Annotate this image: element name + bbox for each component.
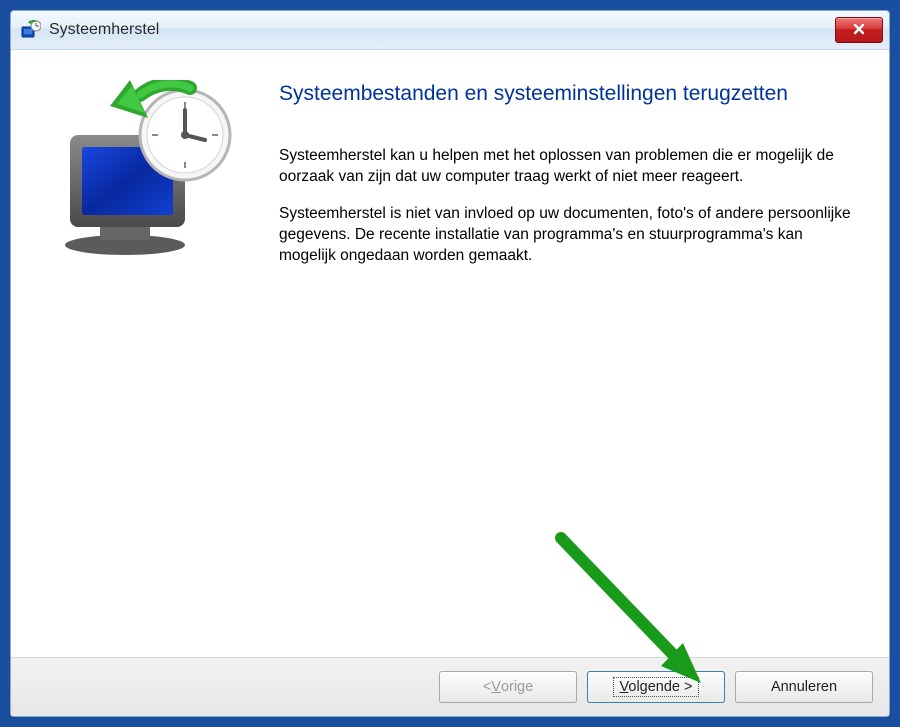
wizard-content-panel: Systeembestanden en systeeminstellingen … [269,50,889,657]
close-button[interactable] [835,17,883,43]
system-restore-illustration-icon [40,80,240,260]
back-button-prefix: < [483,679,491,695]
close-icon [853,23,865,37]
back-button[interactable]: < Vorige [439,671,577,703]
wizard-illustration-panel [11,50,269,657]
wizard-body: Systeembestanden en systeeminstellingen … [11,50,889,657]
title-bar: Systeemherstel [11,11,889,50]
system-restore-icon [21,20,41,40]
wizard-footer: < Vorige Volgende > Annuleren [11,657,889,716]
info-paragraph-1: Systeemherstel kan u helpen met het oplo… [279,146,859,188]
page-title: Systeembestanden en systeeminstellingen … [279,80,859,108]
window-title: Systeemherstel [49,21,835,39]
back-button-mnemonic: V [491,679,501,695]
next-button-rest: olgende > [628,679,692,695]
info-paragraph-2: Systeemherstel is niet van invloed op uw… [279,204,859,267]
back-button-rest: orige [501,679,533,695]
system-restore-dialog: Systeemherstel [10,10,890,717]
next-button[interactable]: Volgende > [587,671,725,703]
cancel-button-label: Annuleren [771,679,837,695]
cancel-button[interactable]: Annuleren [735,671,873,703]
